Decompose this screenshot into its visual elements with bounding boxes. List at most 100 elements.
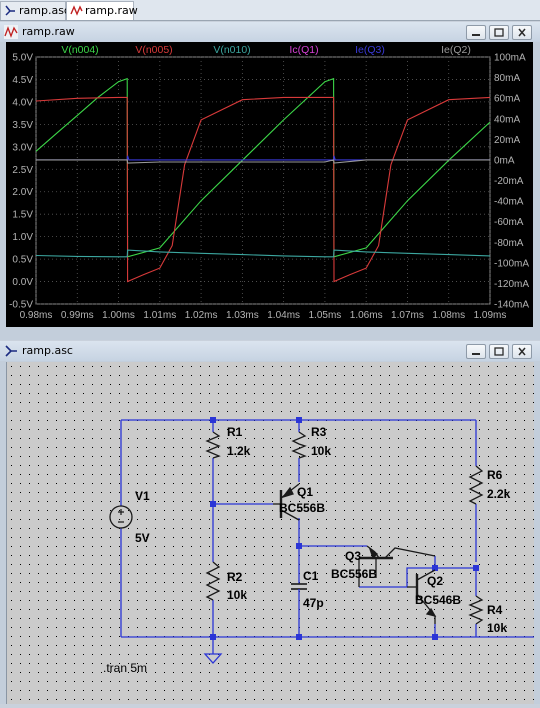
legend-entry[interactable]: Ie(Q3) xyxy=(355,44,385,56)
left-axis-tick-label: 3.0V xyxy=(12,142,33,153)
left-axis-tick-label: 4.0V xyxy=(12,97,33,108)
spice-directive[interactable]: .tran 5m xyxy=(103,661,147,675)
right-axis-tick-label: -80mA xyxy=(494,238,524,249)
right-axis-ticks: 100mA 80mA 60mA 40mA 20mA 0mA -20mA -40mA -60mA -… xyxy=(494,53,529,311)
schematic-drawing[interactable]: R1 1.2k R3 10k R6 2.2k V1 5V Q1 BC556B R… xyxy=(7,362,534,704)
schematic-titlebar[interactable]: ramp.asc xyxy=(0,341,540,361)
schematic-canvas[interactable]: R1 1.2k R3 10k R6 2.2k V1 5V Q1 BC556B R… xyxy=(6,362,534,704)
maximize-button[interactable] xyxy=(489,25,509,40)
legend-entry[interactable]: Ie(Q2) xyxy=(441,44,471,56)
schematic-window-icon xyxy=(5,345,17,357)
schematic-icon xyxy=(5,5,15,16)
c1-value: 47p xyxy=(303,596,324,610)
tab-ramp-raw[interactable]: ramp.raw xyxy=(66,1,138,20)
time-axis-tick-label: 1.09ms xyxy=(474,310,507,321)
r6-value: 2.2k xyxy=(487,487,511,501)
minimize-button[interactable] xyxy=(466,25,486,40)
minimize-icon xyxy=(472,34,480,36)
right-axis-tick-label: -120mA xyxy=(494,279,529,290)
c1-ref: C1 xyxy=(303,569,319,583)
q3-value: BC556B xyxy=(331,567,377,581)
time-axis-tick-label: 1.01ms xyxy=(143,310,176,321)
trace-legend: V(n004) V(n005) V(n010) Ic(Q1) Ie(Q3) Ie(Q2) xyxy=(61,44,471,56)
right-axis-tick-label: -140mA xyxy=(494,300,529,311)
right-axis-tick-label: 0mA xyxy=(494,155,515,166)
trace-v-n010[interactable] xyxy=(35,249,491,258)
right-axis-tick-label: 80mA xyxy=(494,73,520,84)
plot-traces xyxy=(35,77,491,283)
close-button[interactable] xyxy=(512,25,532,40)
time-axis-tick-label: 1.03ms xyxy=(226,310,259,321)
waveform-titlebar[interactable]: ramp.raw xyxy=(0,22,540,42)
legend-entry[interactable]: V(n005) xyxy=(135,44,172,56)
right-axis-tick-label: -20mA xyxy=(494,176,524,187)
close-button[interactable] xyxy=(512,344,532,359)
left-axis-tick-label: -0.5V xyxy=(9,300,33,311)
time-axis-tick-label: 1.04ms xyxy=(267,310,300,321)
plot-frame xyxy=(35,56,491,305)
q3-ref: Q3 xyxy=(345,549,361,563)
waveform-chart[interactable]: 5.0V 4.5V 4.0V 3.5V 3.0V 2.5V 2.0V 1.5V 1.0V 0.5V… xyxy=(6,42,533,327)
close-icon xyxy=(518,347,526,356)
r3-value: 10k xyxy=(311,444,331,458)
document-tab-bar: ramp.asc ramp.raw xyxy=(0,0,540,21)
q2-ref: Q2 xyxy=(427,574,443,588)
r6-ref: R6 xyxy=(487,468,503,482)
waveform-plot-pane[interactable]: 5.0V 4.5V 4.0V 3.5V 3.0V 2.5V 2.0V 1.5V 1.0V 0.5V… xyxy=(6,42,533,327)
r4-ref: R4 xyxy=(487,603,503,617)
trace-ie-q3[interactable] xyxy=(36,155,490,161)
r4-value: 10k xyxy=(487,621,507,635)
grid-dots xyxy=(7,362,534,704)
time-axis-tick-label: 1.05ms xyxy=(309,310,342,321)
right-axis-tick-label: -40mA xyxy=(494,197,524,208)
r3-ref: R3 xyxy=(311,425,327,439)
minimize-icon xyxy=(472,353,480,355)
time-axis-tick-label: 1.07ms xyxy=(391,310,424,321)
legend-entry[interactable]: V(n010) xyxy=(213,44,250,56)
time-axis-tick-label: 1.08ms xyxy=(432,310,465,321)
plot-grid xyxy=(35,56,491,305)
waveform-icon xyxy=(70,5,83,16)
close-icon xyxy=(518,28,526,37)
time-axis-tick-label: 1.06ms xyxy=(350,310,383,321)
right-axis-tick-label: -100mA xyxy=(494,258,529,269)
left-axis-tick-label: 1.0V xyxy=(12,232,33,243)
time-axis-tick-label: 0.99ms xyxy=(61,310,94,321)
tab-ramp-asc[interactable]: ramp.asc xyxy=(0,1,70,20)
schematic-window-title: ramp.asc xyxy=(22,344,73,357)
waveform-window-icon xyxy=(4,25,18,39)
maximize-icon xyxy=(494,347,504,356)
left-axis-tick-label: 1.5V xyxy=(12,210,33,221)
time-axis-ticks: 0.98ms 0.99ms 1.00ms 1.01ms 1.02ms 1.03ms 1.04… xyxy=(20,310,507,321)
time-axis-tick-label: 0.98ms xyxy=(20,310,53,321)
q2-value: BC546B xyxy=(415,593,461,607)
time-axis-tick-label: 1.02ms xyxy=(185,310,218,321)
tab-label: ramp.raw xyxy=(85,4,138,17)
q1-value: BC556B xyxy=(279,501,325,515)
q1-ref: Q1 xyxy=(297,485,313,499)
r2-ref: R2 xyxy=(227,570,243,584)
right-axis-tick-label: 100mA xyxy=(494,53,526,64)
r1-value: 1.2k xyxy=(227,444,251,458)
legend-entry[interactable]: V(n004) xyxy=(61,44,98,56)
trace-v-n004[interactable] xyxy=(35,77,491,258)
time-axis-tick-label: 1.00ms xyxy=(102,310,135,321)
left-axis-ticks: 5.0V 4.5V 4.0V 3.5V 3.0V 2.5V 2.0V 1.5V 1.0V 0.5V… xyxy=(9,53,33,311)
maximize-button[interactable] xyxy=(489,344,509,359)
r2-value: 10k xyxy=(227,588,247,602)
left-axis-tick-label: 0.0V xyxy=(12,277,33,288)
maximize-icon xyxy=(494,28,504,37)
minimize-button[interactable] xyxy=(466,344,486,359)
right-axis-tick-label: -60mA xyxy=(494,217,524,228)
left-axis-tick-label: 3.5V xyxy=(12,120,33,131)
left-axis-tick-label: 5.0V xyxy=(12,53,33,64)
right-axis-tick-label: 60mA xyxy=(494,94,520,105)
v1-ref: V1 xyxy=(135,489,150,503)
left-axis-tick-label: 2.5V xyxy=(12,165,33,176)
tab-label: ramp.asc xyxy=(19,4,70,17)
legend-entry[interactable]: Ic(Q1) xyxy=(289,44,318,56)
waveform-window-title: ramp.raw xyxy=(22,25,75,38)
left-axis-tick-label: 2.0V xyxy=(12,187,33,198)
v1-value: 5V xyxy=(135,531,150,545)
left-axis-tick-label: 0.5V xyxy=(12,255,33,266)
